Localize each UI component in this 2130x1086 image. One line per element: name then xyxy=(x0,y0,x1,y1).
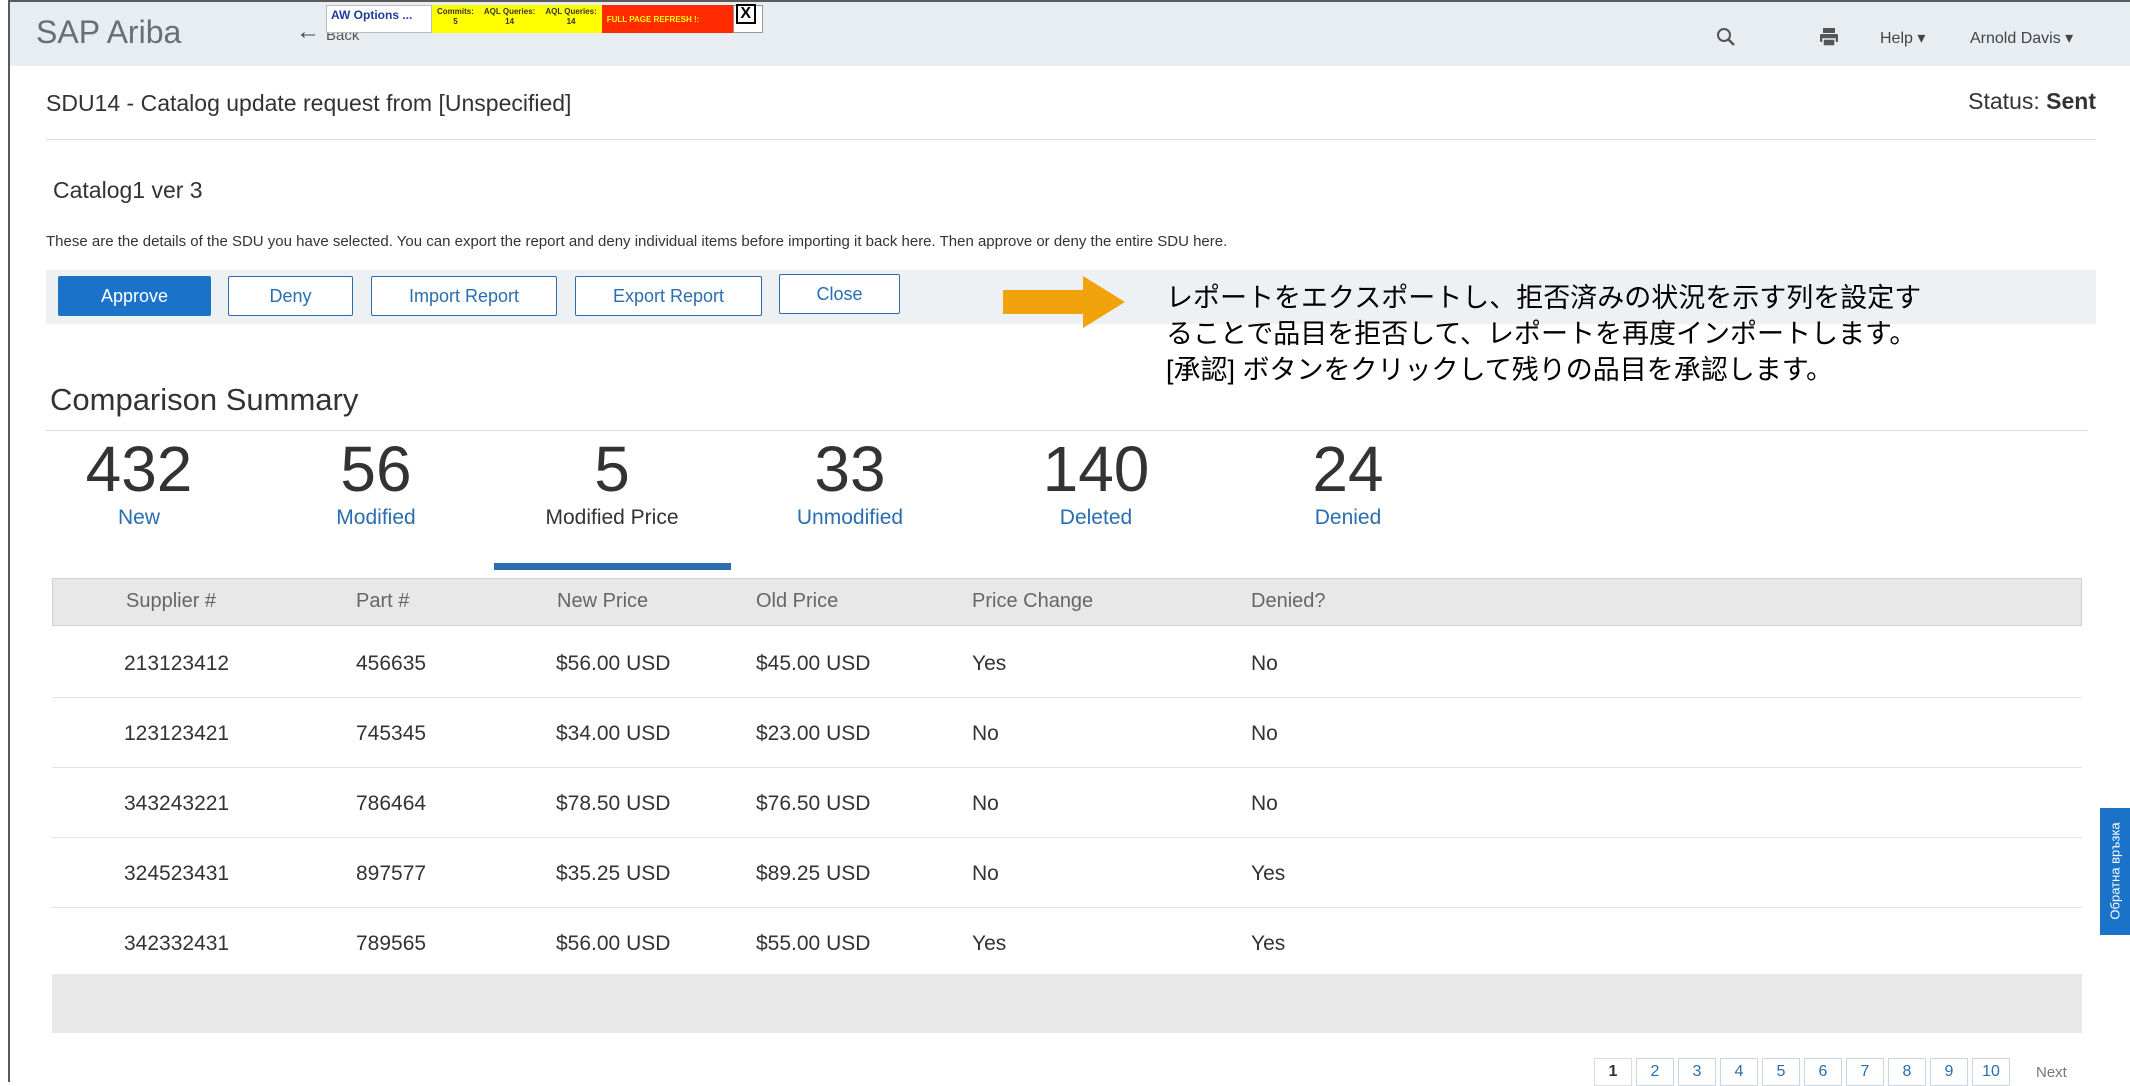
page-description: These are the details of the SDU you hav… xyxy=(46,233,1228,250)
divider xyxy=(46,139,2096,140)
column-header-new-price[interactable]: New Price xyxy=(557,590,648,613)
debug-stats: Commits: 5 AQL Queries: 14 AQL Queries: … xyxy=(432,5,602,33)
callout-arrow-icon xyxy=(1003,276,1125,333)
debug-stat-label: Commits: xyxy=(437,7,474,16)
search-icon[interactable] xyxy=(1716,27,1736,52)
stat-value: 33 xyxy=(814,433,886,505)
print-icon[interactable] xyxy=(1818,26,1840,53)
approve-button[interactable]: Approve xyxy=(58,276,211,316)
debug-stat-value: 5 xyxy=(453,17,458,26)
comparison-summary-title: Comparison Summary xyxy=(50,382,359,417)
stat-label: Modified xyxy=(336,506,416,529)
catalog-name: Catalog1 ver 3 xyxy=(53,177,203,203)
next-page-link[interactable]: Next xyxy=(2036,1064,2067,1081)
cell-denied: No xyxy=(1251,722,1278,745)
cell-old-price: $45.00 USD xyxy=(756,652,871,675)
cell-old-price: $76.50 USD xyxy=(756,792,871,815)
aw-options-label: AW Options ... xyxy=(331,8,413,22)
stat-label: New xyxy=(117,506,160,529)
cell-price-change: No xyxy=(972,722,999,745)
cell-new-price: $56.00 USD xyxy=(556,932,671,955)
stat-unmodified[interactable]: 33 Unmodified xyxy=(730,432,970,530)
stat-label: Denied xyxy=(1314,506,1382,529)
debug-close-button[interactable]: X xyxy=(732,4,763,33)
debug-stat-label: AQL Queries: xyxy=(483,7,536,16)
stat-value: 24 xyxy=(1312,433,1384,505)
column-header-price-change[interactable]: Price Change xyxy=(972,590,1093,613)
active-tab-indicator xyxy=(494,563,731,570)
stat-label: Modified Price xyxy=(545,506,679,529)
column-header-supplier[interactable]: Supplier # xyxy=(126,590,216,613)
cell-price-change: Yes xyxy=(972,932,1007,955)
deny-button[interactable]: Deny xyxy=(228,276,353,316)
debug-toolbar: AW Options ... Commits: 5 AQL Queries: 1… xyxy=(326,4,763,33)
cell-supplier: 324523431 xyxy=(124,862,230,885)
column-header-part[interactable]: Part # xyxy=(356,590,409,613)
cell-new-price: $56.00 USD xyxy=(556,652,671,675)
cell-old-price: $23.00 USD xyxy=(756,722,871,745)
status-indicator: Status: Sent xyxy=(1968,88,2096,115)
debug-stat: AQL Queries: 14 xyxy=(540,5,601,33)
cell-price-change: Yes xyxy=(972,652,1007,675)
debug-stat-label: AQL Queries: xyxy=(545,7,597,16)
stat-value: 140 xyxy=(1042,433,1150,505)
brand-logo[interactable]: SAP Ariba xyxy=(36,14,181,51)
cell-denied: No xyxy=(1251,792,1278,815)
back-arrow-icon: ← xyxy=(296,18,320,45)
stat-denied[interactable]: 24 Denied xyxy=(1228,432,1468,530)
cell-denied: Yes xyxy=(1251,932,1286,955)
user-menu[interactable]: Arnold Davis ▾ xyxy=(1970,28,2073,48)
stat-modified-price[interactable]: 5 Modified Price xyxy=(492,432,732,530)
stat-value: 5 xyxy=(594,433,630,505)
cell-new-price: $34.00 USD xyxy=(556,722,671,745)
cell-old-price: $89.25 USD xyxy=(756,862,871,885)
cell-part: 745345 xyxy=(356,722,427,745)
help-menu[interactable]: Help ▾ xyxy=(1880,28,1925,48)
import-report-button[interactable]: Import Report xyxy=(371,276,557,316)
cell-price-change: No xyxy=(972,862,999,885)
status-label: Status: xyxy=(1968,88,2040,114)
stat-value: 56 xyxy=(340,433,412,505)
feedback-label: Обратна връзка xyxy=(2107,822,2123,920)
page-title: SDU14 - Catalog update request from [Uns… xyxy=(46,90,572,116)
close-button[interactable]: Close xyxy=(779,274,900,314)
cell-supplier: 343243221 xyxy=(124,792,230,815)
stat-modified[interactable]: 56 Modified xyxy=(256,432,496,530)
aw-options-button[interactable]: AW Options ... xyxy=(326,5,432,33)
cell-denied: Yes xyxy=(1251,862,1286,885)
cell-part: 786464 xyxy=(356,792,427,815)
stat-new[interactable]: 432 New xyxy=(19,432,259,530)
full-page-refresh-label: FULL PAGE REFRESH !: xyxy=(606,14,700,24)
cell-supplier: 213123412 xyxy=(124,652,230,675)
close-icon: X xyxy=(735,4,756,24)
stat-label: Unmodified xyxy=(796,506,904,529)
feedback-tab[interactable]: Обратна връзка xyxy=(2100,808,2130,935)
stat-deleted[interactable]: 140 Deleted xyxy=(976,432,1216,530)
table-footer xyxy=(52,974,2082,1033)
column-header-denied[interactable]: Denied? xyxy=(1251,590,1326,613)
stat-value: 432 xyxy=(85,433,193,505)
cell-new-price: $35.25 USD xyxy=(556,862,671,885)
debug-stat: AQL Queries: 14 xyxy=(479,5,540,33)
cell-part: 456635 xyxy=(356,652,427,675)
stat-label: Deleted xyxy=(1059,506,1133,529)
cell-part: 897577 xyxy=(356,862,427,885)
cell-denied: No xyxy=(1251,652,1278,675)
cell-new-price: $78.50 USD xyxy=(556,792,671,815)
callout-annotation: レポートをエクスポートし、拒否済みの状況を示す列を設定することで品目を拒否して、… xyxy=(1166,283,1922,385)
cell-supplier: 123123421 xyxy=(124,722,230,745)
column-header-old-price[interactable]: Old Price xyxy=(756,590,838,613)
debug-stat-value: 14 xyxy=(566,17,576,26)
cell-old-price: $55.00 USD xyxy=(756,932,871,955)
cell-part: 789565 xyxy=(356,932,427,955)
export-report-button[interactable]: Export Report xyxy=(575,276,762,316)
window-left-border xyxy=(8,0,10,1082)
full-page-refresh-button[interactable]: FULL PAGE REFRESH !: xyxy=(601,5,733,33)
debug-stat-value: 14 xyxy=(505,17,515,26)
divider xyxy=(46,430,2088,431)
cell-price-change: No xyxy=(972,792,999,815)
cell-supplier: 342332431 xyxy=(124,932,230,955)
status-value: Sent xyxy=(2046,88,2096,114)
debug-stat: Commits: 5 xyxy=(432,5,479,33)
